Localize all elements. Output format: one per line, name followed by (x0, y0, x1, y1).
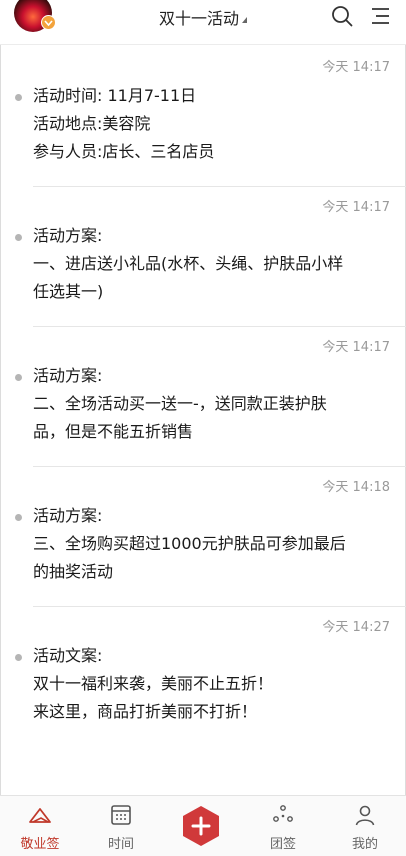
bullet-icon (15, 234, 22, 241)
timestamp: 今天 14:17 (322, 340, 390, 355)
tab-label: 时间 (107, 837, 134, 852)
menu-icon[interactable] (369, 4, 393, 28)
tab-time[interactable]: 时间 (81, 796, 161, 856)
calendar-icon (111, 805, 131, 825)
caret-down-icon (242, 17, 247, 23)
message-line: 任选其一) (33, 282, 104, 301)
bullet-icon (15, 654, 22, 661)
message-line: 参与人员:店长、三名店员 (33, 142, 215, 161)
message-text: 活动方案: 一、进店送小礼品(水杯、头绳、护肤品小样 任选其一) (33, 222, 383, 306)
tab-me[interactable]: 我的 (325, 796, 405, 856)
tab-team[interactable]: 团签 (243, 796, 323, 856)
bullet-icon (15, 514, 22, 521)
bullet-icon (15, 94, 22, 101)
user-icon (355, 805, 375, 826)
add-button[interactable] (181, 805, 221, 847)
tab-label: 团签 (269, 837, 296, 852)
bullet-icon (15, 374, 22, 381)
tab-home[interactable]: 敬业签 (0, 796, 80, 856)
message-line: 品，但是不能五折销售 (33, 422, 194, 441)
message-line: 活动文案: (33, 646, 103, 665)
message-line: 活动方案: (33, 226, 103, 245)
message-line: 的抽奖活动 (33, 562, 114, 581)
timestamp: 今天 14:17 (322, 200, 390, 215)
message-line: 三、全场购买超过1000元护肤品可参加最后 (33, 534, 346, 553)
search-icon[interactable] (330, 4, 354, 28)
message-line: 活动方案: (33, 366, 103, 385)
home-icon (29, 808, 51, 823)
message-line: 活动地点:美容院 (33, 114, 151, 133)
tab-label: 我的 (351, 837, 378, 852)
message-text: 活动方案: 三、全场购买超过1000元护肤品可参加最后 的抽奖活动 (33, 502, 383, 586)
message-line: 活动时间: 11月7-11日 (33, 86, 197, 105)
message-line: 来这里，商品打折美丽不打折！ (33, 702, 258, 721)
timestamp: 今天 14:17 (322, 60, 390, 75)
timestamp: 今天 14:18 (322, 480, 390, 495)
message-line: 一、进店送小礼品(水杯、头绳、护肤品小样 (33, 254, 344, 273)
timestamp: 今天 14:27 (322, 620, 390, 635)
divider (33, 466, 406, 467)
message-text: 活动时间: 11月7-11日 活动地点:美容院 参与人员:店长、三名店员 (33, 82, 383, 166)
header: 双十一活动 (0, 0, 406, 45)
message-line: 双十一福利来袭，美丽不止五折！ (33, 674, 274, 693)
divider (33, 186, 406, 187)
tab-label: 敬业签 (20, 837, 60, 852)
message-text: 活动方案: 二、全场活动买一送一-，送同款正装护肤 品，但是不能五折销售 (33, 362, 383, 446)
page-title-text: 双十一活动 (158, 9, 239, 28)
message-line: 活动方案: (33, 506, 103, 525)
team-icon (273, 805, 293, 822)
message-text: 活动文案: 双十一福利来袭，美丽不止五折！ 来这里，商品打折美丽不打折！ (33, 642, 383, 726)
divider (33, 326, 406, 327)
divider (33, 606, 406, 607)
message-line: 二、全场活动买一送一-，送同款正装护肤 (33, 394, 327, 413)
